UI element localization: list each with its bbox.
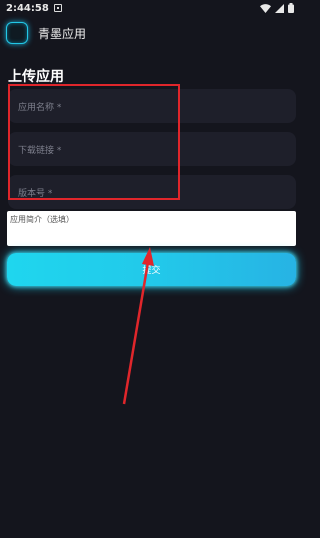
app-title: 青墨应用	[38, 26, 87, 41]
download-link-input[interactable]: 下载链接 *	[8, 132, 296, 166]
status-bar: 2:44:58	[0, 0, 300, 16]
description-textarea[interactable]: 应用简介（选填）	[7, 211, 296, 246]
description-placeholder: 应用简介（选填）	[10, 215, 74, 224]
status-icons	[260, 3, 294, 13]
wifi-icon	[260, 3, 271, 13]
signal-icon	[275, 3, 284, 13]
download-link-placeholder: 下载链接 *	[18, 145, 62, 156]
status-time: 2:44:58	[6, 2, 49, 14]
app-logo-icon	[6, 22, 28, 44]
notification-icon	[53, 4, 62, 12]
battery-icon	[288, 3, 294, 13]
submit-button[interactable]: 提交	[7, 253, 296, 286]
app-name-input[interactable]: 应用名称 *	[8, 89, 296, 123]
app-name-placeholder: 应用名称 *	[18, 102, 62, 113]
app-bar: 青墨应用	[0, 16, 300, 50]
version-input[interactable]: 版本号 *	[8, 175, 296, 209]
submit-label: 提交	[142, 266, 161, 276]
version-placeholder: 版本号 *	[18, 188, 53, 199]
upload-app-screen: 2:44:58 青墨应用 上传应用 应用名称 * 下载链接 * 版本号 * 应用…	[0, 0, 300, 538]
section-title: 上传应用	[8, 69, 64, 85]
